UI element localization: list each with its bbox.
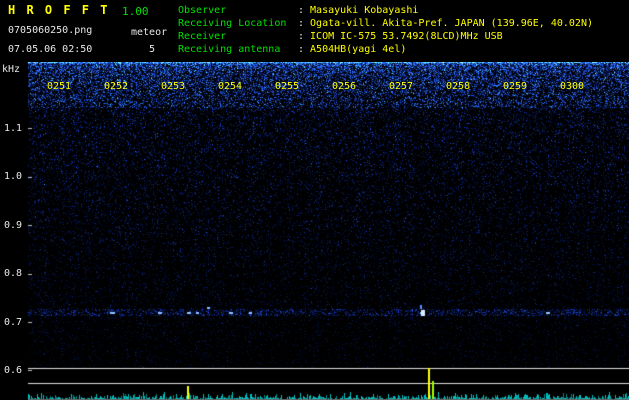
info-row-antenna: Receiving antenna: A504HB(yagi 4el) (178, 43, 593, 56)
info-label: Receiver (178, 31, 227, 42)
info-row-observer: Observer: Masayuki Kobayashi (178, 4, 593, 17)
info-separator: : (298, 5, 305, 16)
info-label: Receiving antenna (178, 44, 281, 55)
y-axis-unit: kHz (2, 64, 21, 75)
output-filename: 0705060250.png (8, 25, 93, 36)
info-separator: : (298, 18, 305, 29)
time-tick: 0258 (446, 81, 471, 92)
info-separator: : (298, 31, 305, 42)
spectrogram-canvas (0, 62, 629, 400)
freq-tick: 0.7 (4, 317, 23, 328)
time-tick: 0254 (218, 81, 243, 92)
time-tick: 0256 (332, 81, 357, 92)
info-separator: : (298, 44, 305, 55)
app-version: 1.00 (122, 5, 149, 18)
time-tick: 0252 (104, 81, 129, 92)
timestamp: 07.05.06 02:50 (8, 44, 93, 55)
info-value: ICOM IC-575 53.7492(8LCD)MHz USB (310, 31, 503, 42)
station-info: Observer: Masayuki Kobayashi Receiving Lo… (178, 4, 593, 56)
info-value: Masayuki Kobayashi (310, 5, 419, 16)
time-tick: 0259 (503, 81, 528, 92)
time-tick: 0253 (161, 81, 186, 92)
info-label: Observer (178, 5, 227, 16)
time-tick: 0251 (47, 81, 72, 92)
info-label: Receiving Location (178, 18, 287, 29)
meteor-count: 5 (149, 44, 156, 55)
hrofft-screenshot: H R O F F T 1.00 0705060250.png meteor 0… (0, 0, 629, 400)
freq-tick: 0.8 (4, 268, 23, 279)
info-value: A504HB(yagi 4el) (310, 44, 407, 55)
info-row-location: Receiving Location: Ogata-vill. Akita-Pre… (178, 17, 593, 30)
info-value: Ogata-vill. Akita-Pref. JAPAN (139.96E, … (310, 18, 593, 29)
freq-tick: 1.1 (4, 123, 23, 134)
mode-label: meteor (131, 27, 168, 38)
app-title: H R O F F T (8, 3, 110, 17)
time-tick: 0255 (275, 81, 300, 92)
freq-tick: 0.6 (4, 365, 23, 376)
freq-tick: 0.9 (4, 220, 23, 231)
time-tick: 0257 (389, 81, 414, 92)
freq-tick: 1.0 (4, 171, 23, 182)
info-row-receiver: Receiver: ICOM IC-575 53.7492(8LCD)MHz US… (178, 30, 593, 43)
time-tick: 0300 (560, 81, 585, 92)
